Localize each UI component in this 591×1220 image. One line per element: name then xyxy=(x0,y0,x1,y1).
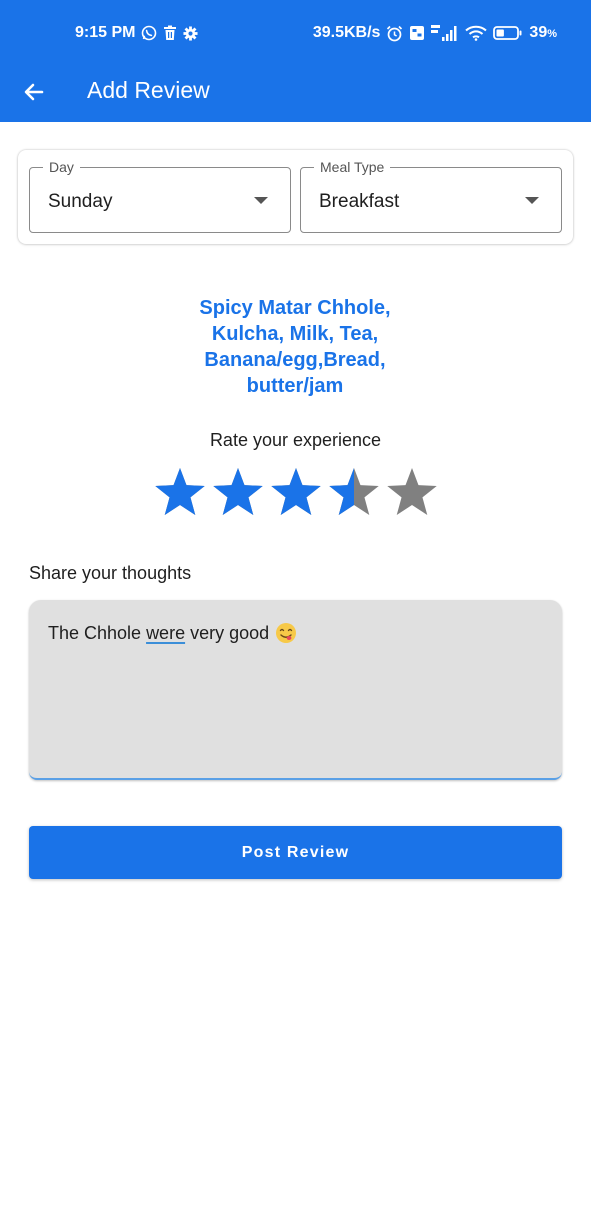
app-bar: 9:15 PM 39.5KB/s 39% Add Review xyxy=(0,0,591,122)
meal-name-line: butter/jam xyxy=(246,375,344,397)
page-title: Add Review xyxy=(87,77,210,103)
wifi-icon xyxy=(465,25,488,41)
day-dropdown-label: Day xyxy=(43,159,80,175)
thoughts-label: Share your thoughts xyxy=(29,563,192,583)
volte-icon xyxy=(409,25,425,41)
arrow-back-icon xyxy=(24,83,44,101)
dropdown-arrow-icon xyxy=(254,197,268,204)
delete-icon xyxy=(163,25,177,41)
meal-type-dropdown-value: Breakfast xyxy=(319,191,400,212)
dropdown-arrow-icon xyxy=(525,197,539,204)
rating-label: Rate your experience xyxy=(209,430,382,450)
meal-type-dropdown[interactable]: Meal Type Breakfast xyxy=(300,159,562,233)
cell-signal-icon xyxy=(431,25,459,41)
settings-icon xyxy=(183,25,198,41)
star-rating xyxy=(151,463,441,521)
star-5-icon[interactable] xyxy=(383,463,441,521)
meal-name-line: Spicy Matar Chhole, xyxy=(199,297,391,319)
star-1-icon[interactable] xyxy=(151,463,209,521)
star-3-icon[interactable] xyxy=(267,463,325,521)
post-review-button[interactable]: Post Review xyxy=(29,826,562,879)
battery-percent-symbol: % xyxy=(547,28,557,40)
toolbar: Add Review xyxy=(0,66,591,122)
day-dropdown[interactable]: Day Sunday xyxy=(29,159,291,233)
meal-name: Spicy Matar Chhole, Kulcha, Milk, Tea, B… xyxy=(145,295,445,399)
status-bar-right: 39.5KB/s 39% xyxy=(313,24,557,42)
status-bar: 9:15 PM 39.5KB/s 39% xyxy=(0,0,591,66)
network-speed: 39.5KB/s xyxy=(312,24,381,41)
battery-icon xyxy=(493,25,523,41)
star-2-icon[interactable] xyxy=(209,463,267,521)
day-dropdown-value: Sunday xyxy=(48,191,113,212)
face-savoring-food-emoji xyxy=(276,623,297,643)
status-time: 9:15 PM xyxy=(75,24,136,41)
thoughts-text: The Chhole were very good xyxy=(48,622,297,644)
whatsapp-icon xyxy=(141,25,157,41)
spellcheck-word: were xyxy=(146,623,186,643)
back-button[interactable] xyxy=(18,76,50,108)
meal-name-line: Banana/egg,Bread, xyxy=(204,349,386,371)
alarm-icon xyxy=(386,25,403,42)
selector-card: Day Sunday Meal Type Breakfast xyxy=(18,150,573,244)
thoughts-text-after: very good xyxy=(185,623,270,643)
thoughts-text-before: The Chhole xyxy=(48,623,147,643)
thoughts-input[interactable]: The Chhole were very good xyxy=(29,600,562,780)
meal-type-dropdown-label: Meal Type xyxy=(314,159,391,175)
status-bar-left: 9:15 PM xyxy=(75,24,198,42)
meal-name-line: Kulcha, Milk, Tea, xyxy=(211,323,379,345)
battery-percent-value: 39 xyxy=(529,24,548,41)
battery-percent: 39% xyxy=(529,24,557,42)
star-4-icon[interactable] xyxy=(325,463,383,521)
